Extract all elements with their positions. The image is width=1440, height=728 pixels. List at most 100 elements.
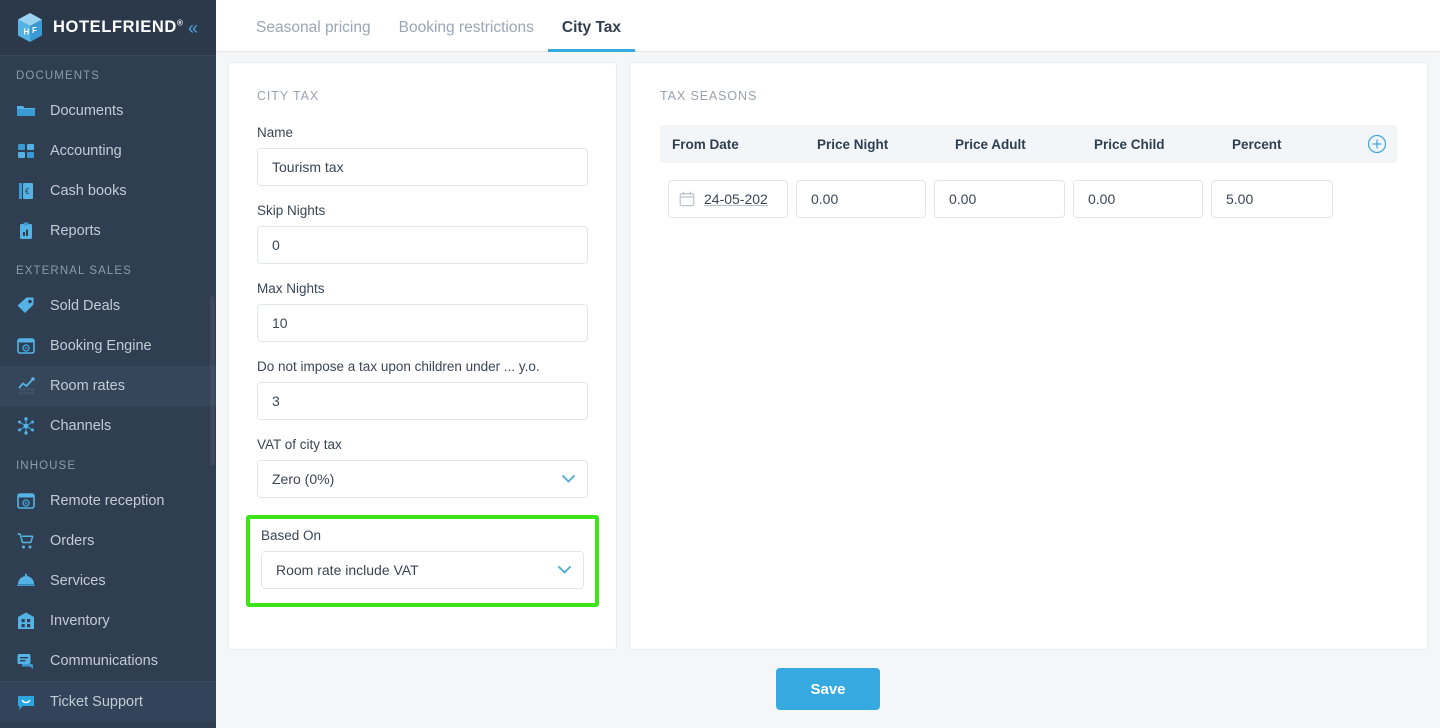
based-on-highlight: Based On xyxy=(246,515,599,607)
app-root: H F HOTELFRIEND® « DOCUMENTS Documents A… xyxy=(0,0,1440,728)
name-input[interactable] xyxy=(257,148,588,186)
skip-nights-label: Skip Nights xyxy=(257,203,326,218)
max-nights-label: Max Nights xyxy=(257,281,325,296)
price-child-input[interactable] xyxy=(1073,180,1203,218)
plus-circle-icon[interactable] xyxy=(1367,134,1387,154)
chevron-double-left-icon[interactable]: « xyxy=(184,17,202,39)
sidebar-section-inhouse: INHOUSE xyxy=(16,460,77,472)
vat-of-city-tax-select-wrap xyxy=(257,460,588,498)
main-content: Seasonal pricing Booking restrictions Ci… xyxy=(216,0,1440,728)
column-header-price-child: Price Child xyxy=(1094,136,1165,152)
based-on-select[interactable] xyxy=(261,551,584,589)
sidebar-item-label: Channels xyxy=(50,418,112,434)
price-night-input[interactable] xyxy=(796,180,926,218)
sidebar-item-ticket-support[interactable]: Ticket Support xyxy=(0,681,216,721)
children-under-label: Do not impose a tax upon children under … xyxy=(257,359,540,374)
sidebar-item-services[interactable]: Services xyxy=(0,561,216,601)
field-max-nights: Max Nights xyxy=(257,281,588,342)
calculator-icon xyxy=(16,141,36,161)
sidebar-item-inventory[interactable]: Inventory xyxy=(0,601,216,641)
percent-input[interactable] xyxy=(1211,180,1333,218)
sidebar-item-label: Remote reception xyxy=(50,493,165,509)
tag-icon xyxy=(16,296,36,316)
city-tax-panel-caption: CITY TAX xyxy=(257,89,320,103)
sidebar-item-label: Orders xyxy=(50,533,95,549)
sidebar-item-label: Services xyxy=(50,573,106,589)
svg-text:€: € xyxy=(25,187,30,196)
tax-seasons-panel-caption: TAX SEASONS xyxy=(660,89,758,103)
cell-price-child xyxy=(1065,180,1203,218)
sidebar-item-remote-reception[interactable]: Remote reception xyxy=(0,481,216,521)
column-header-from-date: From Date xyxy=(672,136,739,152)
tab-booking-restrictions[interactable]: Booking restrictions xyxy=(385,19,548,51)
sidebar-item-label: Accounting xyxy=(50,143,122,159)
sidebar-item-label: Cash books xyxy=(50,183,127,199)
sidebar-item-label: Reports xyxy=(50,223,101,239)
children-under-input[interactable] xyxy=(257,382,588,420)
from-date-input[interactable]: 24-05-202 xyxy=(668,180,788,218)
field-name: Name xyxy=(257,125,588,186)
sidebar-section-external-sales: EXTERNAL SALES xyxy=(16,265,132,277)
browser-gear-icon xyxy=(16,491,36,511)
sidebar-item-label: Communications xyxy=(50,653,158,669)
tax-seasons-panel: TAX SEASONS From Date Price Night Price … xyxy=(629,62,1428,650)
hotelfriend-cube-logo-icon: H F xyxy=(16,12,44,44)
cell-price-adult xyxy=(926,180,1065,218)
sidebar-section-documents: DOCUMENTS xyxy=(16,70,101,82)
table-header-row: From Date Price Night Price Adult Price … xyxy=(660,125,1397,163)
footer-actions: Save xyxy=(216,650,1440,728)
name-label: Name xyxy=(257,125,294,140)
sidebar-item-room-rates[interactable]: Room rates xyxy=(0,366,216,406)
clipboard-report-icon xyxy=(16,221,36,241)
browser-gear-icon xyxy=(16,336,36,356)
network-nodes-icon xyxy=(16,416,36,436)
svg-text:H: H xyxy=(24,27,30,36)
building-grid-icon xyxy=(16,611,36,631)
chat-bubble-icon xyxy=(16,651,36,671)
sidebar-item-channels[interactable]: Channels xyxy=(0,406,216,446)
tab-seasonal-pricing[interactable]: Seasonal pricing xyxy=(242,19,385,51)
field-vat-of-city-tax: VAT of city tax xyxy=(257,437,588,498)
sidebar-item-sold-deals[interactable]: Sold Deals xyxy=(0,286,216,326)
field-based-on: Based On xyxy=(261,528,584,589)
table-row: 24-05-202 xyxy=(660,163,1397,218)
sidebar-item-booking-engine[interactable]: Booking Engine xyxy=(0,326,216,366)
cash-book-icon: € xyxy=(16,181,36,201)
max-nights-input[interactable] xyxy=(257,304,588,342)
sidebar-scrollbar-thumb[interactable] xyxy=(210,296,215,466)
tab-city-tax[interactable]: City Tax xyxy=(547,19,636,52)
svg-text:F: F xyxy=(32,26,37,35)
cell-price-night xyxy=(788,180,926,218)
sidebar-item-reports[interactable]: Reports xyxy=(0,211,216,251)
city-tax-panel: CITY TAX Name Skip Nights Max Nights Do … xyxy=(228,62,617,650)
sidebar-item-orders[interactable]: Orders xyxy=(0,521,216,561)
vat-of-city-tax-select[interactable] xyxy=(257,460,588,498)
sidebar-item-cash-books[interactable]: € Cash books xyxy=(0,171,216,211)
shopping-cart-icon xyxy=(16,531,36,551)
vat-of-city-tax-label: VAT of city tax xyxy=(257,437,342,452)
sidebar-nav: DOCUMENTS Documents Accounting € Cash bo… xyxy=(0,56,216,728)
tax-seasons-table: From Date Price Night Price Adult Price … xyxy=(660,125,1397,218)
save-button[interactable]: Save xyxy=(776,668,880,710)
sidebar-item-documents[interactable]: Documents xyxy=(0,91,216,131)
folder-icon xyxy=(16,101,36,121)
sidebar-item-label: Documents xyxy=(50,103,124,119)
column-header-price-night: Price Night xyxy=(817,136,889,152)
calendar-icon xyxy=(679,191,695,207)
sidebar-item-label: Room rates xyxy=(50,378,125,394)
sidebar-item-communications[interactable]: Communications xyxy=(0,641,216,681)
brand-name: HOTELFRIEND® xyxy=(53,18,184,36)
from-date-value: 24-05-202 xyxy=(704,191,768,207)
sidebar-logo-bar: H F HOTELFRIEND® « xyxy=(0,0,216,56)
price-adult-input[interactable] xyxy=(934,180,1065,218)
skip-nights-input[interactable] xyxy=(257,226,588,264)
sidebar-item-label: Sold Deals xyxy=(50,298,121,314)
column-header-price-adult: Price Adult xyxy=(955,136,1026,152)
based-on-label: Based On xyxy=(261,528,322,543)
chart-growth-icon xyxy=(16,376,36,396)
field-skip-nights: Skip Nights xyxy=(257,203,588,264)
cell-percent xyxy=(1203,180,1333,218)
registered-mark: ® xyxy=(176,18,184,28)
sidebar-item-accounting[interactable]: Accounting xyxy=(0,131,216,171)
sidebar-item-label: Booking Engine xyxy=(50,338,152,354)
